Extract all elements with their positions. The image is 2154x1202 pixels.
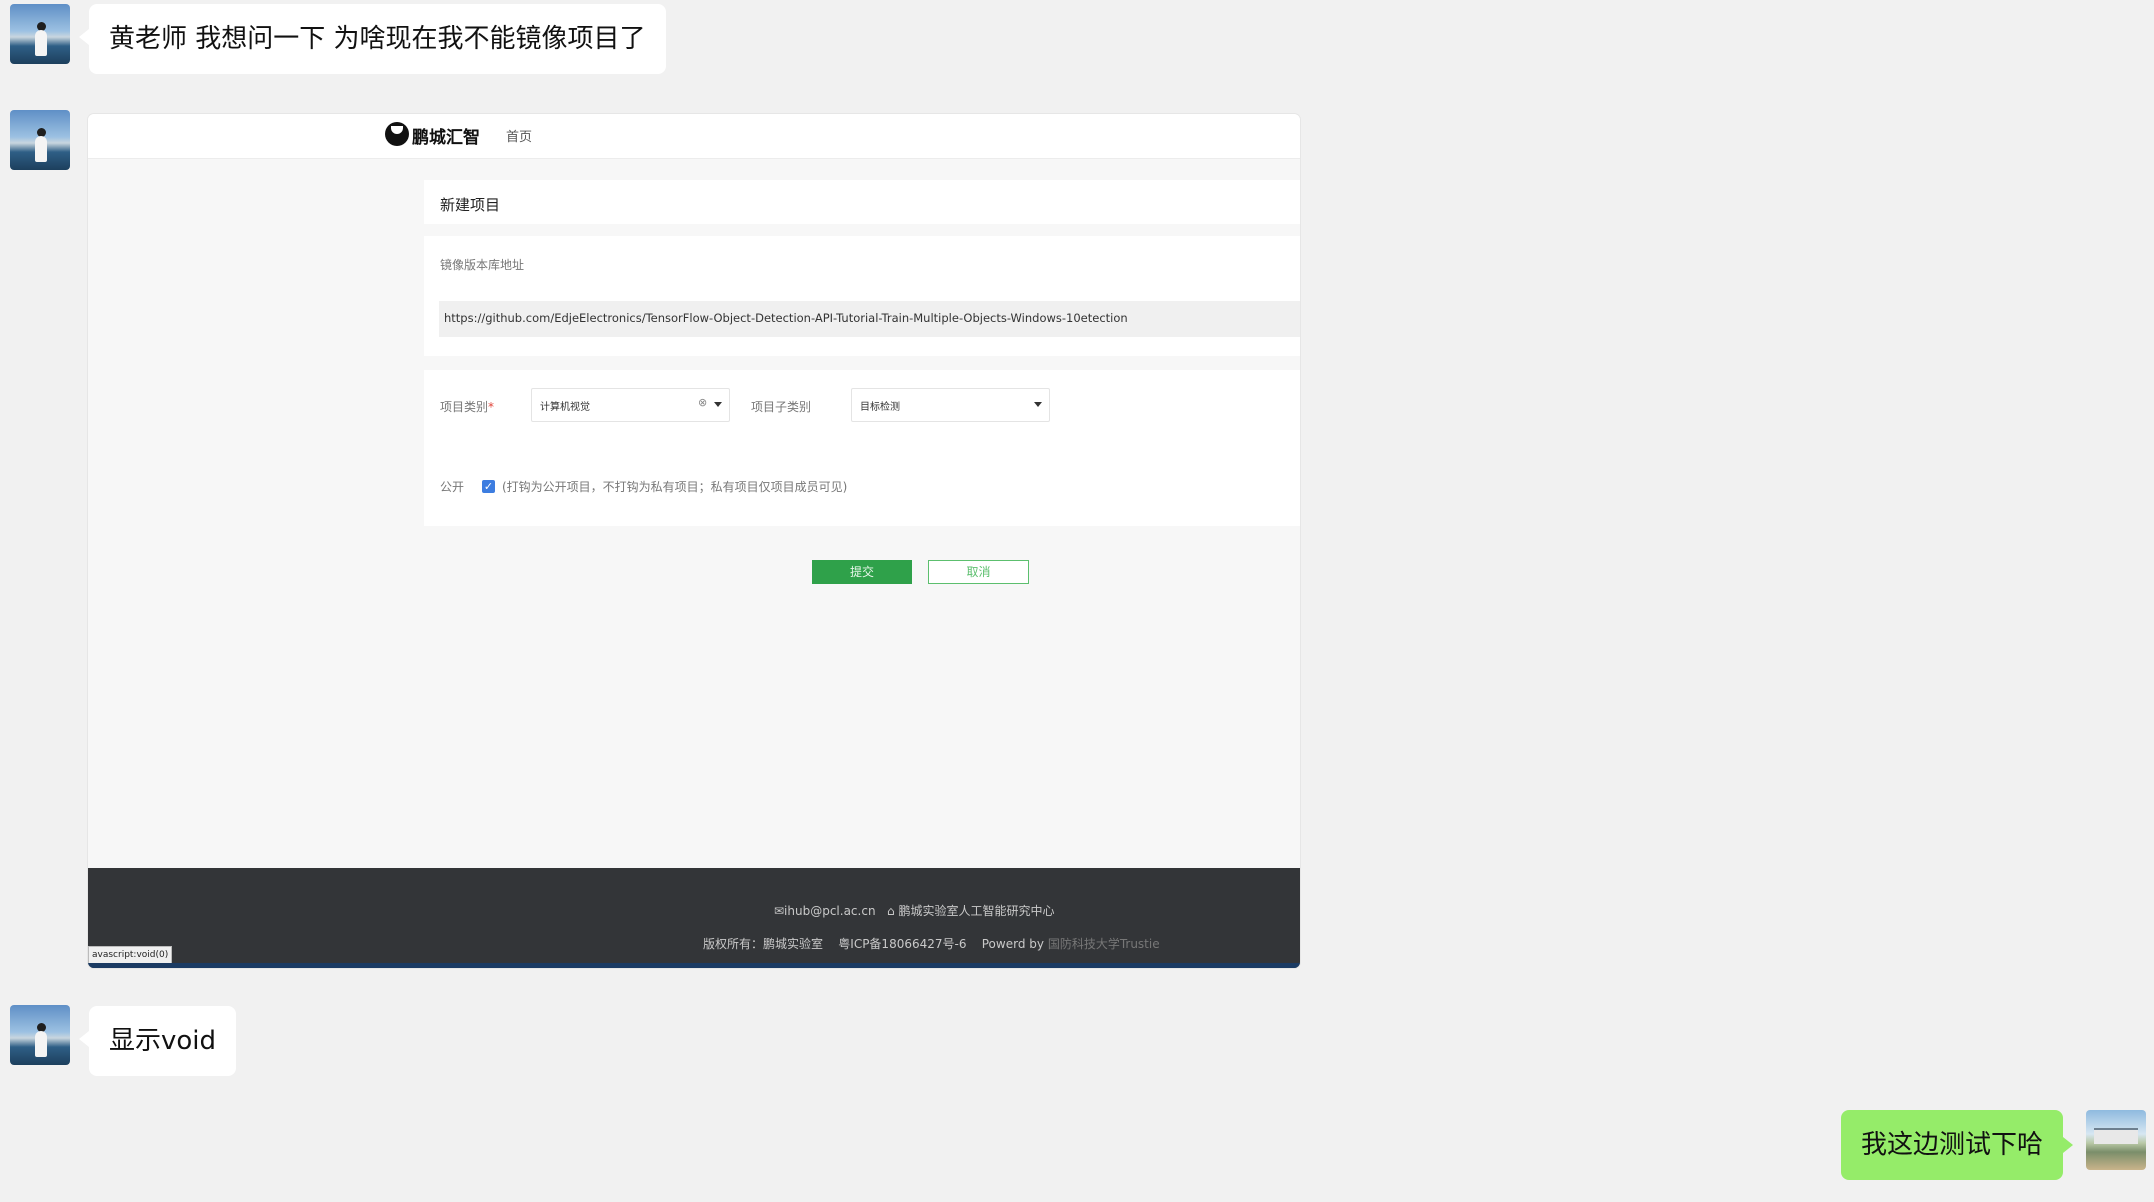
site-nav: 鹏城汇智 首页 <box>88 114 1300 159</box>
form-title: 新建项目 <box>440 196 501 214</box>
form-title-panel <box>424 180 1300 224</box>
public-label: 公开 <box>440 480 465 494</box>
chevron-down-icon <box>714 402 722 407</box>
message-text: 我这边测试下哈 <box>1860 1130 2043 1160</box>
message-text: 显示void <box>109 1026 217 1056</box>
sent-message-bubble[interactable]: 我这边测试下哈 <box>1840 1110 2074 1180</box>
category-select: 计算机视觉 ⊗ <box>531 388 730 422</box>
logo-icon <box>385 122 409 146</box>
submit-button: 提交 <box>812 560 912 584</box>
org-icon: ⌂ <box>887 904 895 918</box>
avatar-person <box>35 30 47 56</box>
footer-org: 鹏城实验室人工智能研究中心 <box>898 904 1055 918</box>
footer-powered: Powerd by <box>981 937 1044 951</box>
category-value: 计算机视觉 <box>540 402 590 413</box>
category-label: 项目类别* <box>440 398 494 415</box>
message-image[interactable]: 鹏城汇智 首页 新建项目 镜像版本库地址 https://github.com/… <box>88 114 1300 968</box>
footer-copyright: 版权所有：鹏城实验室 <box>703 937 824 951</box>
taskbar-strip <box>88 963 1300 968</box>
nav-home-link: 首页 <box>506 130 533 145</box>
footer-legal: 版权所有：鹏城实验室 粤ICP备18066427号-6 Powerd by 国防… <box>703 935 1160 952</box>
contact-avatar[interactable] <box>10 110 70 170</box>
subcategory-value: 目标检测 <box>860 402 900 413</box>
cancel-button: 取消 <box>928 560 1029 584</box>
footer-powered-link: 国防科技大学Trustie <box>1047 937 1160 951</box>
my-avatar[interactable] <box>2086 1110 2146 1170</box>
contact-avatar[interactable] <box>10 4 70 64</box>
avatar-building <box>2094 1128 2138 1144</box>
subcategory-select: 目标检测 <box>851 388 1050 422</box>
footer-icp: 粤ICP备18066427号-6 <box>838 937 967 951</box>
site-footer: ✉ihub@pcl.ac.cn ⌂ 鹏城实验室人工智能研究中心 版权所有：鹏城实… <box>88 868 1300 968</box>
avatar-person <box>35 136 47 162</box>
category-label-text: 项目类别 <box>440 400 489 414</box>
footer-email: ✉ihub@pcl.ac.cn <box>774 904 876 918</box>
public-checkbox: ✓ <box>482 480 495 493</box>
chevron-down-icon <box>1034 402 1042 407</box>
contact-avatar[interactable] <box>10 1005 70 1065</box>
repo-panel <box>424 236 1300 356</box>
required-mark: * <box>488 400 495 414</box>
clear-icon: ⊗ <box>698 396 708 409</box>
message-bubble[interactable]: 黄老师 我想问一下 为啥现在我不能镜像项目了 <box>79 4 666 74</box>
browser-status-bar: avascript:void(0) <box>88 946 173 964</box>
repo-label: 镜像版本库地址 <box>440 258 525 272</box>
message-text: 黄老师 我想问一下 为啥现在我不能镜像项目了 <box>109 24 646 54</box>
avatar-person <box>35 1031 47 1057</box>
site-brand: 鹏城汇智 <box>412 128 480 148</box>
repo-url-value: https://github.com/EdjeElectronics/Tenso… <box>444 311 1128 325</box>
subcategory-label: 项目子类别 <box>751 400 812 414</box>
footer-contact: ✉ihub@pcl.ac.cn ⌂ 鹏城实验室人工智能研究中心 <box>774 902 1054 919</box>
public-hint: (打钩为公开项目，不打钩为私有项目；私有项目仅项目成员可见) <box>502 480 848 494</box>
message-bubble[interactable]: 显示void <box>78 1006 237 1076</box>
